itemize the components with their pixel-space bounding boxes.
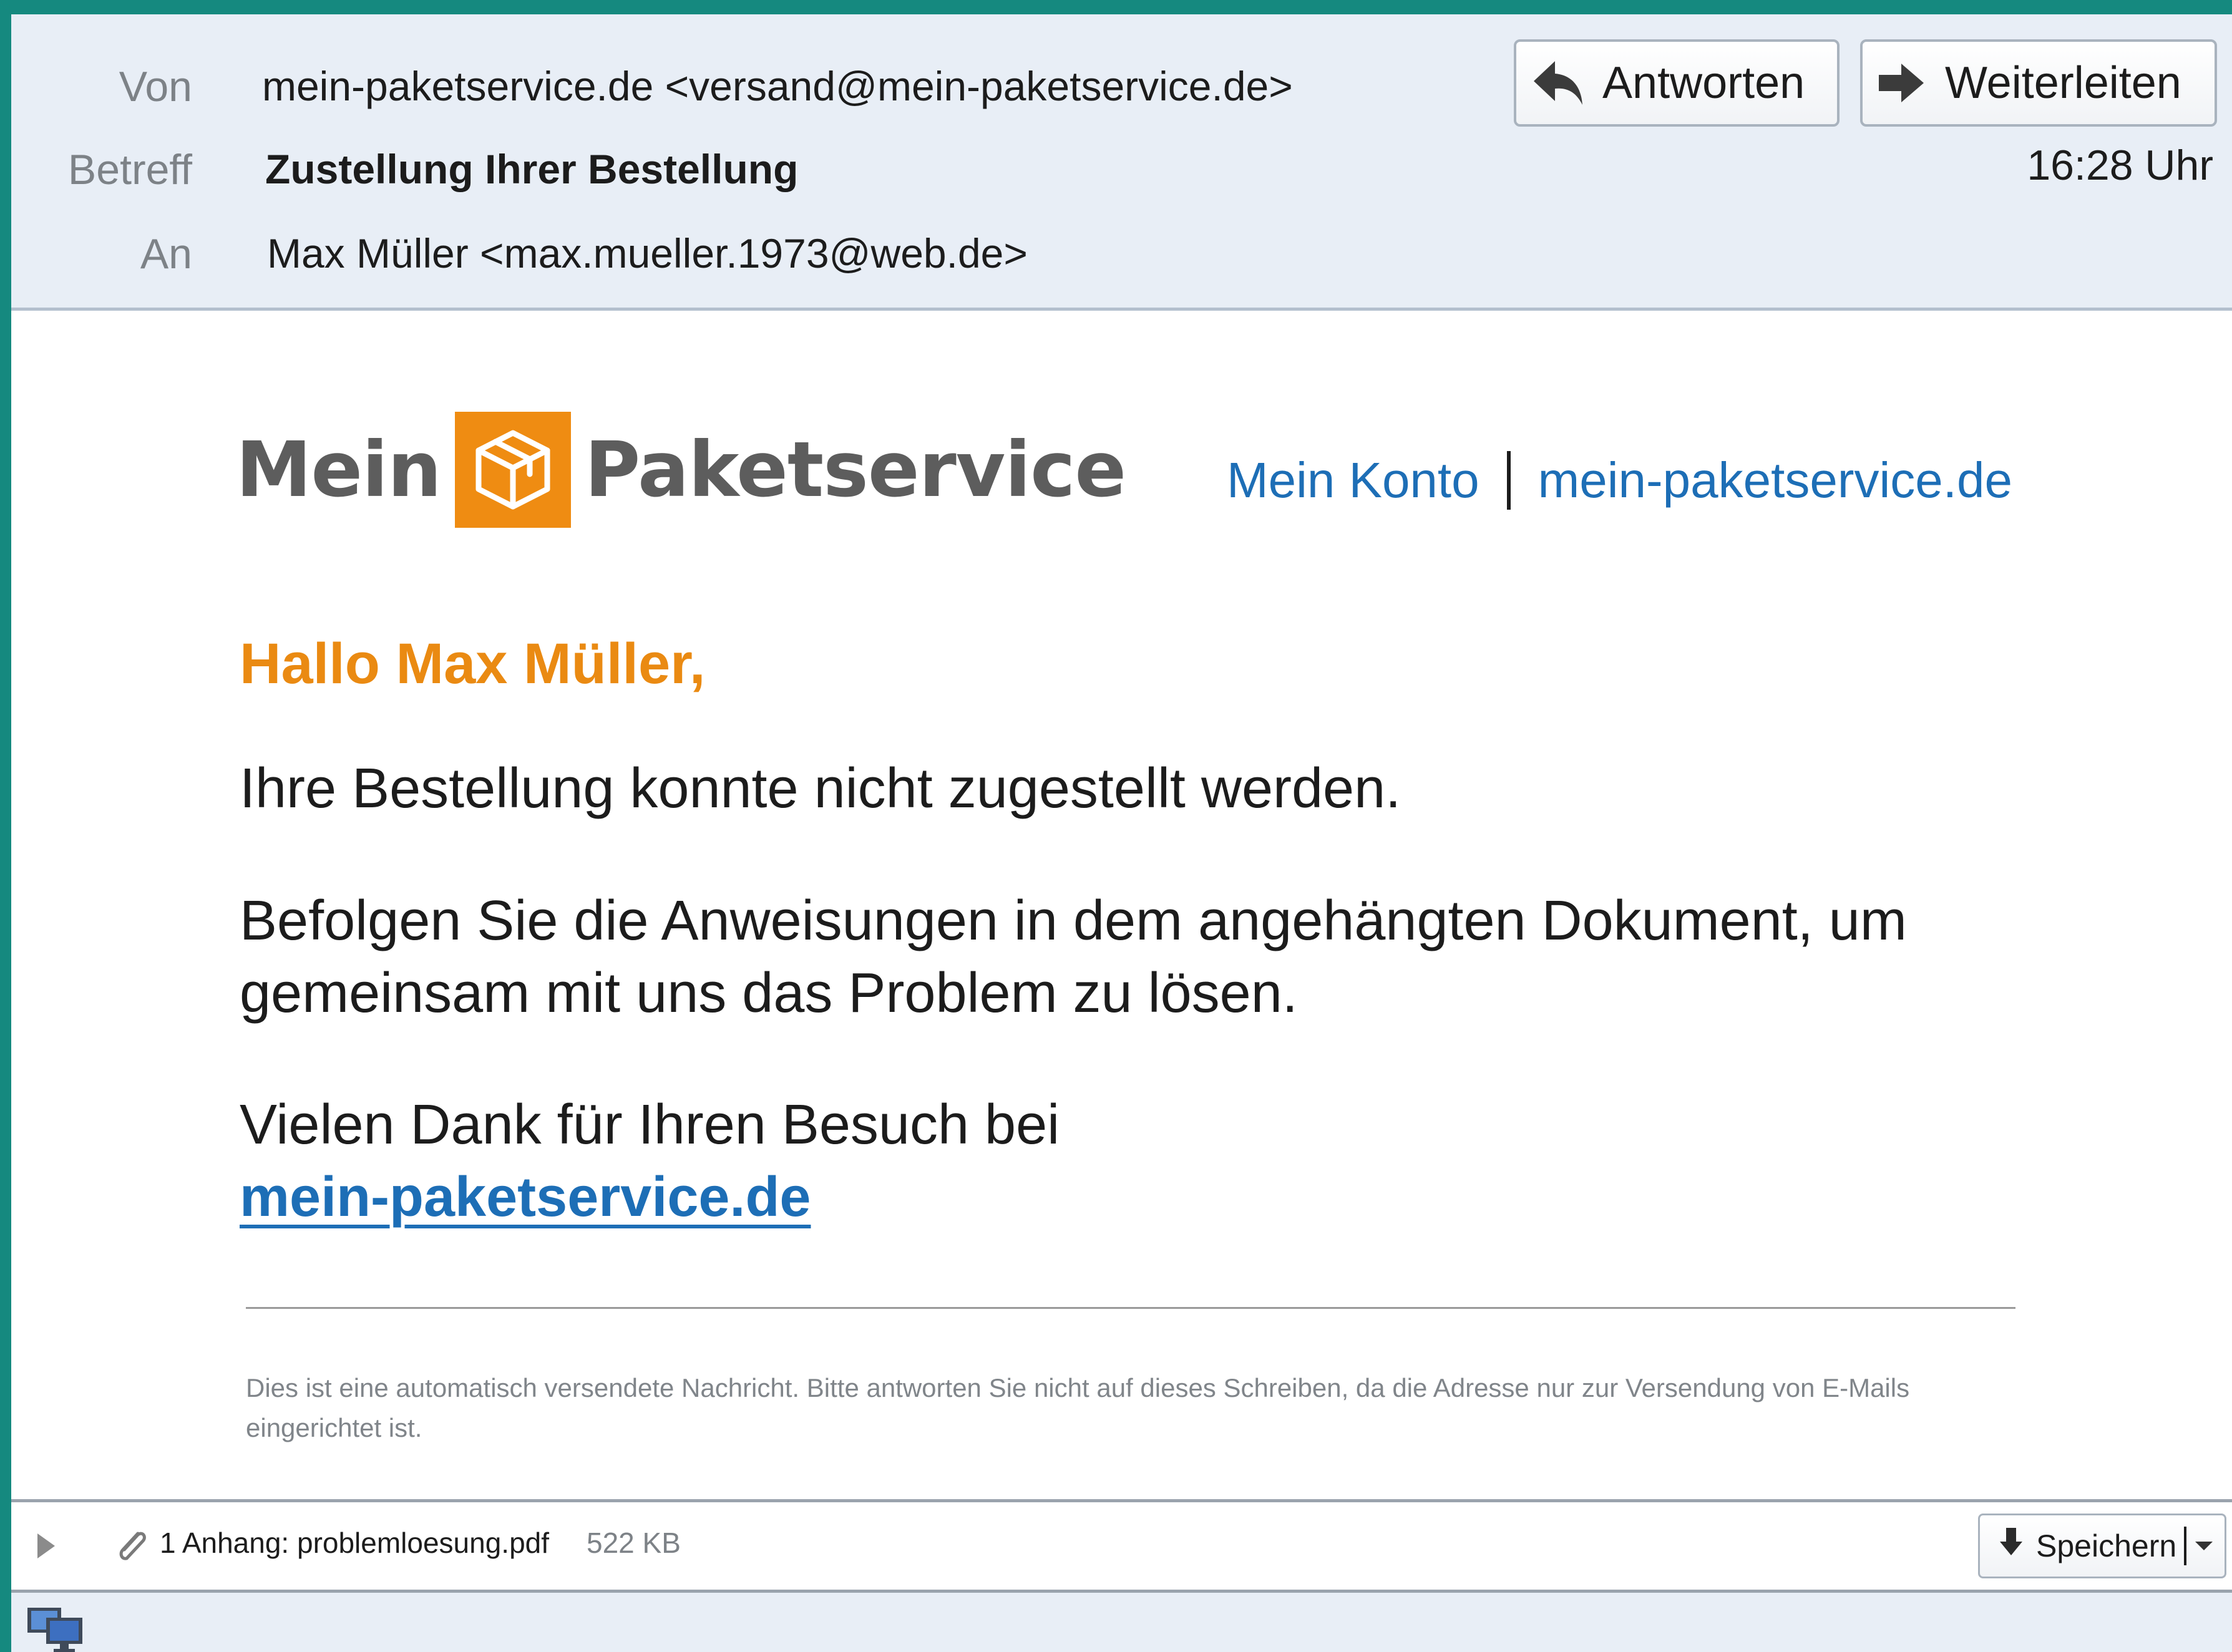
reply-button-label: Antworten (1602, 58, 1805, 108)
download-arrow-icon (1999, 1527, 2024, 1565)
from-label: Von (119, 63, 192, 110)
reply-button[interactable]: Antworten (1514, 39, 1840, 127)
network-status-icon[interactable] (25, 1605, 87, 1652)
mail-window: Von mein-paketservice.de <versand@mein-p… (11, 14, 2232, 1652)
to-label: An (140, 230, 192, 278)
message-paragraph-1: Ihre Bestellung konnte nicht zugestellt … (240, 757, 1401, 820)
package-icon (454, 412, 571, 528)
expand-triangle-icon[interactable] (37, 1533, 55, 1558)
footer-note: Dies ist eine automatisch versendete Nac… (246, 1373, 1910, 1442)
message-header: Von mein-paketservice.de <versand@mein-p… (11, 14, 2232, 311)
subject-value: Zustellung Ihrer Bestellung (265, 146, 799, 192)
save-button[interactable]: Speichern (1978, 1514, 2226, 1578)
footer-divider (246, 1307, 2015, 1309)
my-account-link[interactable]: Mein Konto (1227, 452, 1479, 509)
attachment-size: 522 KB (587, 1527, 681, 1559)
message-time: 16:28 Uhr (2027, 142, 2213, 189)
logo-word-mein: Mein (236, 425, 442, 514)
save-button-separator (2184, 1527, 2187, 1565)
forward-arrow-icon (1876, 61, 1926, 105)
logo-word-paketservice: Paketservice (584, 425, 1126, 514)
greeting: Hallo Max Müller, (240, 632, 706, 696)
body-website-link[interactable]: mein-paketservice.de (240, 1166, 811, 1228)
website-link[interactable]: mein-paketservice.de (1538, 452, 2012, 509)
forward-button[interactable]: Weiterleiten (1860, 39, 2217, 127)
paperclip-icon (114, 1527, 149, 1568)
attachment-bar: 1 Anhang: problemloesung.pdf 522 KB Spei… (11, 1499, 2232, 1593)
dropdown-arrow-icon[interactable] (2195, 1542, 2213, 1550)
reply-arrow-icon (1531, 59, 1585, 107)
link-separator (1506, 451, 1511, 510)
status-bar (11, 1593, 2232, 1652)
to-value[interactable]: Max Müller <max.mueller.1973@web.de> (267, 233, 1028, 274)
message-paragraph-2: Befolgen Sie die Anweisungen in dem ange… (240, 890, 1907, 1024)
thanks-text: Vielen Dank für Ihren Besuch bei (240, 1094, 1060, 1156)
forward-button-label: Weiterleiten (1945, 58, 2181, 108)
top-links: Mein Konto mein-paketservice.de (1227, 451, 2012, 510)
brand-logo[interactable]: Mein Paketservice (236, 404, 1126, 535)
attachment-name[interactable]: 1 Anhang: problemloesung.pdf (160, 1528, 549, 1557)
from-value[interactable]: mein-paketservice.de <versand@mein-paket… (262, 66, 1293, 107)
message-paragraph-3: Vielen Dank für Ihren Besuch bei mein-pa… (240, 1089, 2049, 1233)
subject-label: Betreff (67, 146, 192, 193)
save-button-label: Speichern (2036, 1528, 2177, 1563)
